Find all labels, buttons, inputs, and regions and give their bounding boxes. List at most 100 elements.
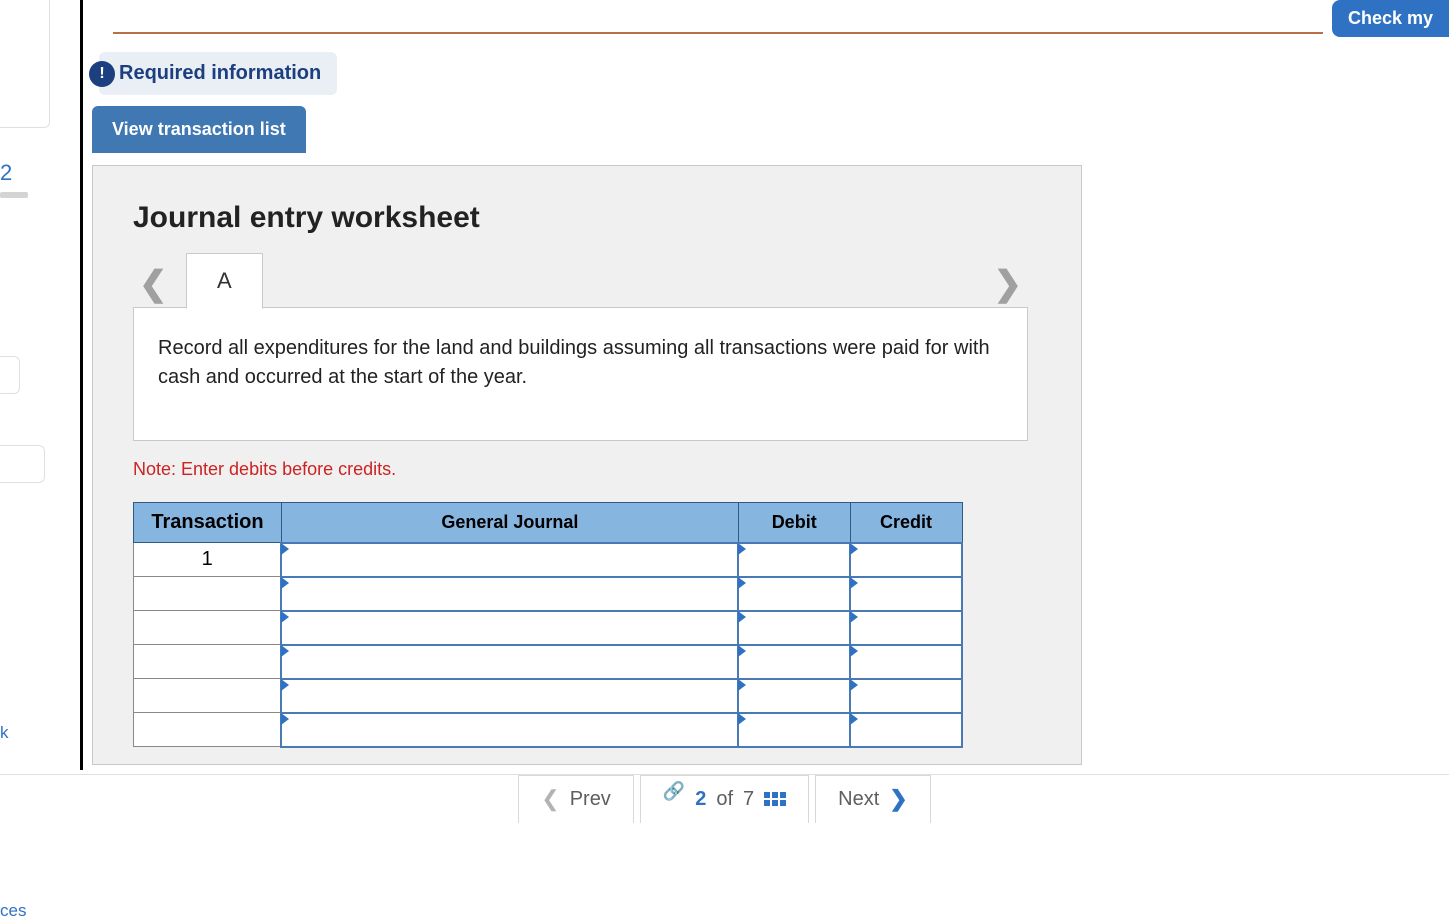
cell-debit[interactable] bbox=[738, 577, 850, 611]
cell-input-generalJournal[interactable] bbox=[282, 646, 737, 678]
chevron-right-icon: ❯ bbox=[889, 786, 907, 812]
cell-debit[interactable] bbox=[738, 611, 850, 645]
sidebar-label-k: k bbox=[0, 723, 9, 743]
cell-flag-icon bbox=[281, 645, 289, 657]
cell-input-debit[interactable] bbox=[739, 646, 849, 678]
cell-flag-icon bbox=[281, 611, 289, 623]
left-sidebar: 2 k ces bbox=[0, 0, 55, 822]
header-debit: Debit bbox=[738, 503, 850, 543]
cell-flag-icon bbox=[281, 679, 289, 691]
cell-input-generalJournal[interactable] bbox=[282, 544, 737, 576]
cell-input-credit[interactable] bbox=[851, 612, 961, 644]
cell-input-credit[interactable] bbox=[851, 544, 961, 576]
nav-of-label: of bbox=[716, 788, 733, 811]
instruction-box: Record all expenditures for the land and… bbox=[133, 307, 1028, 441]
cell-flag-icon bbox=[850, 713, 858, 725]
cell-debit[interactable] bbox=[738, 713, 850, 747]
cell-transaction bbox=[134, 679, 282, 713]
required-info-wrap: ! Required information bbox=[89, 52, 337, 95]
table-body: 1 bbox=[134, 543, 963, 747]
link-icon: 🔗 bbox=[663, 781, 685, 802]
nav-total-pages: 7 bbox=[743, 788, 754, 811]
cell-flag-icon bbox=[850, 543, 858, 555]
cell-input-debit[interactable] bbox=[739, 578, 849, 610]
cell-generalJournal[interactable] bbox=[281, 577, 738, 611]
content-top-line bbox=[113, 32, 1323, 34]
cell-flag-icon bbox=[850, 611, 858, 623]
cell-flag-icon bbox=[738, 543, 746, 555]
nav-position[interactable]: 🔗 2 of 7 bbox=[640, 775, 809, 823]
sidebar-fragment-bottom: ces bbox=[0, 445, 45, 483]
header-credit: Credit bbox=[850, 503, 962, 543]
view-transaction-list-button[interactable]: View transaction list bbox=[92, 106, 306, 153]
table-row bbox=[134, 645, 963, 679]
tab-holder: A bbox=[186, 253, 263, 309]
nav-next[interactable]: Next ❯ bbox=[815, 775, 931, 823]
check-my-work-button[interactable]: Check my bbox=[1332, 0, 1449, 37]
cell-input-credit[interactable] bbox=[851, 646, 961, 678]
tab-prev-arrow[interactable]: ❮ bbox=[133, 260, 174, 308]
cell-credit[interactable] bbox=[850, 645, 962, 679]
nav-prev[interactable]: ❮ Prev bbox=[518, 775, 634, 823]
cell-input-debit[interactable] bbox=[739, 680, 849, 712]
table-row bbox=[134, 679, 963, 713]
cell-credit[interactable] bbox=[850, 577, 962, 611]
grid-icon bbox=[764, 792, 786, 806]
cell-flag-icon bbox=[850, 679, 858, 691]
header-general-journal: General Journal bbox=[281, 503, 738, 543]
cell-transaction bbox=[134, 577, 282, 611]
content-divider bbox=[80, 0, 83, 770]
cell-generalJournal[interactable] bbox=[281, 543, 738, 577]
required-info-label[interactable]: Required information bbox=[99, 52, 337, 95]
sidebar-label-ces: ces bbox=[0, 901, 26, 921]
cell-transaction bbox=[134, 713, 282, 747]
required-badge-icon: ! bbox=[89, 61, 115, 87]
chevron-left-icon: ❮ bbox=[541, 786, 559, 812]
cell-input-credit[interactable] bbox=[851, 578, 961, 610]
cell-transaction bbox=[134, 611, 282, 645]
sidebar-fragment-mid: k bbox=[0, 356, 20, 394]
cell-credit[interactable] bbox=[850, 679, 962, 713]
cell-credit[interactable] bbox=[850, 713, 962, 747]
cell-input-credit[interactable] bbox=[851, 680, 961, 712]
cell-credit[interactable] bbox=[850, 543, 962, 577]
cell-debit[interactable] bbox=[738, 543, 850, 577]
cell-credit[interactable] bbox=[850, 611, 962, 645]
bottom-nav: ❮ Prev 🔗 2 of 7 Next ❯ bbox=[0, 774, 1449, 822]
header-transaction: Transaction bbox=[134, 503, 282, 543]
worksheet-title: Journal entry worksheet bbox=[133, 201, 1041, 235]
sidebar-fragment-top bbox=[0, 0, 50, 128]
cell-flag-icon bbox=[738, 611, 746, 623]
tab-next-arrow[interactable]: ❯ bbox=[988, 260, 1029, 308]
nav-next-label: Next bbox=[838, 788, 879, 811]
note-text: Note: Enter debits before credits. bbox=[133, 459, 1041, 480]
cell-input-generalJournal[interactable] bbox=[282, 680, 737, 712]
cell-flag-icon bbox=[850, 645, 858, 657]
table-row: 1 bbox=[134, 543, 963, 577]
cell-generalJournal[interactable] bbox=[281, 713, 738, 747]
sidebar-number: 2 bbox=[0, 160, 25, 186]
cell-debit[interactable] bbox=[738, 679, 850, 713]
table-row bbox=[134, 577, 963, 611]
tab-nav-row: ❮ A ❯ bbox=[133, 260, 1028, 308]
cell-flag-icon bbox=[738, 679, 746, 691]
cell-debit[interactable] bbox=[738, 645, 850, 679]
cell-generalJournal[interactable] bbox=[281, 611, 738, 645]
cell-input-generalJournal[interactable] bbox=[282, 578, 737, 610]
cell-input-generalJournal[interactable] bbox=[282, 714, 737, 746]
cell-flag-icon bbox=[738, 645, 746, 657]
cell-flag-icon bbox=[281, 577, 289, 589]
cell-input-debit[interactable] bbox=[739, 612, 849, 644]
cell-generalJournal[interactable] bbox=[281, 679, 738, 713]
cell-transaction bbox=[134, 645, 282, 679]
cell-flag-icon bbox=[738, 713, 746, 725]
tab-a[interactable]: A bbox=[186, 253, 263, 309]
cell-input-credit[interactable] bbox=[851, 714, 961, 746]
cell-input-debit[interactable] bbox=[739, 714, 849, 746]
cell-input-generalJournal[interactable] bbox=[282, 612, 737, 644]
cell-transaction: 1 bbox=[134, 543, 282, 577]
cell-flag-icon bbox=[738, 577, 746, 589]
cell-generalJournal[interactable] bbox=[281, 645, 738, 679]
cell-input-debit[interactable] bbox=[739, 544, 849, 576]
worksheet-panel: Journal entry worksheet ❮ A ❯ Record all… bbox=[92, 165, 1082, 765]
